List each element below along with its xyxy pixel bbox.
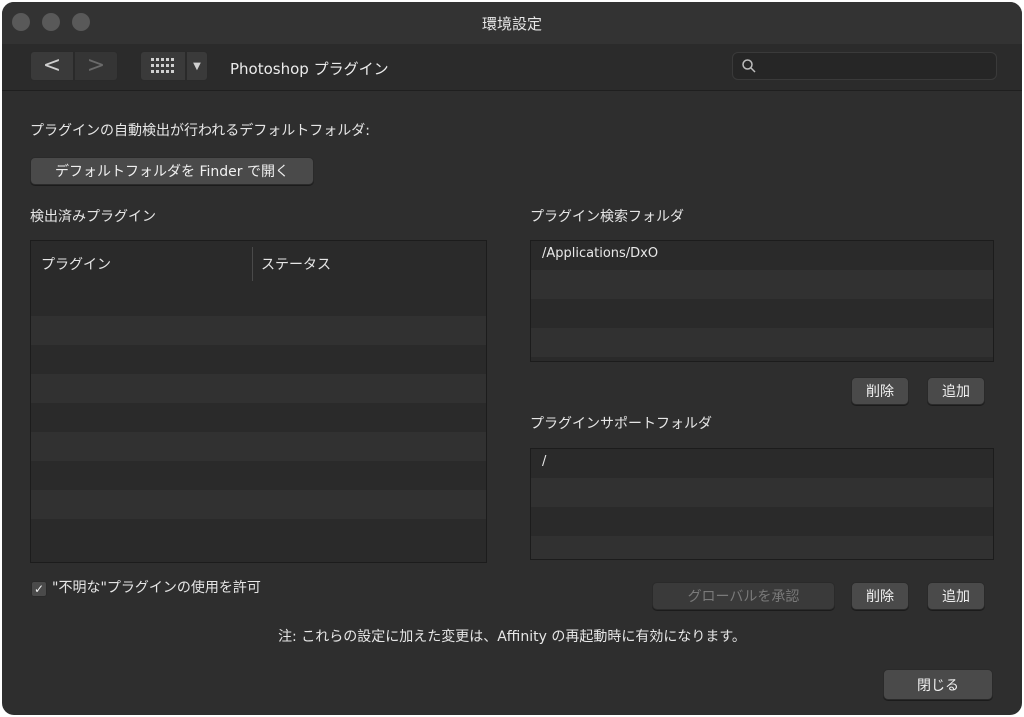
table-row (31, 316, 486, 345)
table-row (31, 345, 486, 374)
show-all-dropdown[interactable]: ▼ (186, 51, 208, 81)
column-header-status[interactable]: ステータス (253, 254, 331, 274)
chevron-right-icon: > (86, 53, 106, 78)
table-row (31, 490, 486, 519)
allow-unknown-checkbox[interactable]: ✓ (31, 581, 47, 597)
support-folders-list[interactable]: / (530, 448, 994, 560)
search-folders-list[interactable]: /Applications/DxO (530, 240, 994, 362)
title-bar: 環境設定 (2, 2, 1022, 44)
support-folders-label: プラグインサポートフォルダ (530, 416, 712, 432)
preferences-window: 環境設定 < > ▼ Photoshop プラグイン プラグインの自動検出が行わ… (2, 2, 1022, 715)
table-row (31, 403, 486, 432)
search-folders-label: プラグイン検索フォルダ (530, 209, 684, 225)
toolbar: < > ▼ Photoshop プラグイン (2, 44, 1022, 91)
list-item (531, 536, 993, 559)
forward-button[interactable]: > (74, 51, 118, 81)
add-search-folder-button[interactable]: 追加 (927, 377, 985, 405)
list-item (531, 478, 993, 507)
table-row (31, 519, 486, 548)
list-item[interactable]: / (531, 449, 993, 478)
chevron-left-icon: < (42, 53, 62, 78)
table-row (31, 374, 486, 403)
default-folder-label: プラグインの自動検出が行われるデフォルトフォルダ: (30, 123, 371, 139)
restart-note: 注: これらの設定に加えた変更は、Affinity の再起動時に有効になります。 (278, 629, 746, 645)
detected-plugins-table[interactable]: プラグイン ステータス (30, 240, 487, 563)
search-icon (742, 59, 756, 73)
list-item (531, 328, 993, 357)
table-row (31, 461, 486, 490)
show-all-button[interactable] (140, 51, 186, 81)
column-header-plugin[interactable]: プラグイン (31, 247, 253, 281)
list-item (531, 299, 993, 328)
search-input[interactable] (761, 56, 993, 78)
list-item[interactable]: /Applications/DxO (531, 241, 993, 270)
global-approve-button[interactable]: グローバルを承認 (652, 582, 835, 610)
add-support-folder-button[interactable]: 追加 (927, 582, 985, 610)
search-field[interactable] (732, 52, 997, 80)
pane-title: Photoshop プラグイン (230, 60, 389, 78)
remove-search-folder-button[interactable]: 削除 (851, 377, 909, 405)
list-item (531, 270, 993, 299)
table-row (31, 287, 486, 316)
close-button[interactable]: 閉じる (883, 669, 993, 700)
grid-icon (151, 58, 174, 73)
checkmark-icon: ✓ (33, 582, 45, 596)
remove-support-folder-button[interactable]: 削除 (851, 582, 909, 610)
list-item (531, 507, 993, 536)
back-button[interactable]: < (30, 51, 74, 81)
table-row (31, 432, 486, 461)
allow-unknown-label: "不明な"プラグインの使用を許可 (52, 580, 261, 596)
chevron-down-icon: ▼ (193, 60, 201, 72)
open-in-finder-button[interactable]: デフォルトフォルダを Finder で開く (30, 157, 314, 185)
window-title: 環境設定 (481, 15, 542, 33)
table-header: プラグイン ステータス (31, 241, 486, 287)
detected-plugins-label: 検出済みプラグイン (30, 209, 156, 225)
